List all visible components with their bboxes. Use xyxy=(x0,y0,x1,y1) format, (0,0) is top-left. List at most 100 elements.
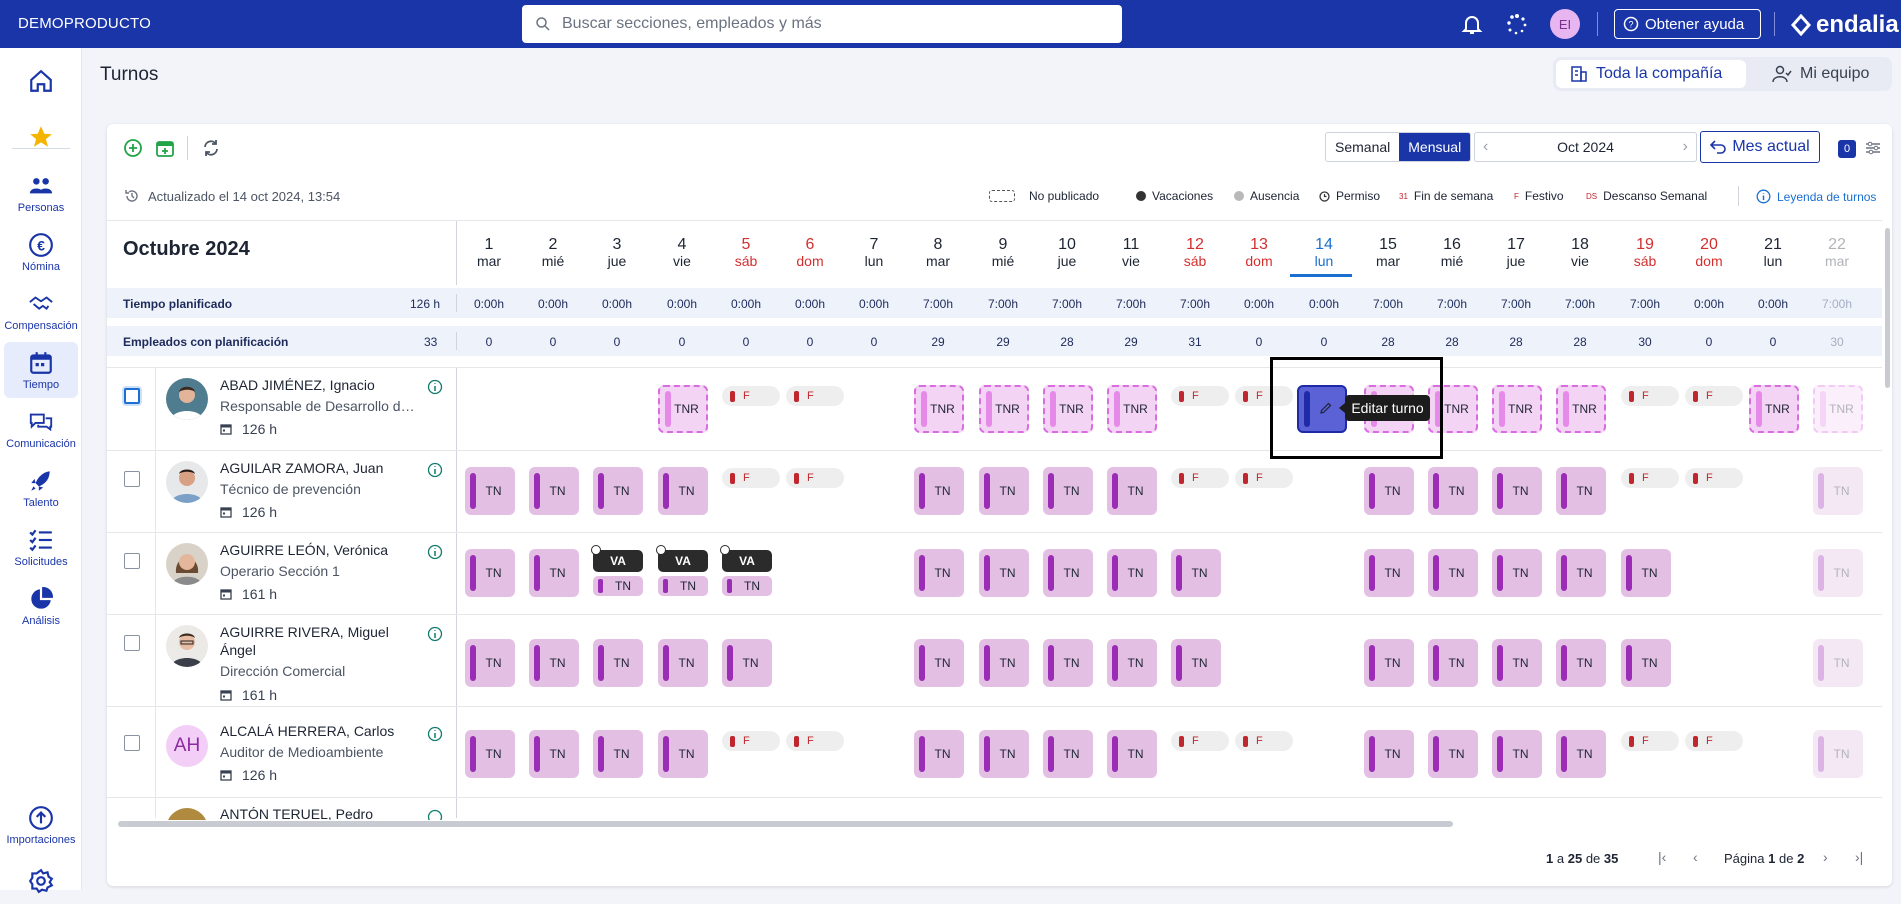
shift-block[interactable]: TN xyxy=(658,576,708,596)
view-monthly-button[interactable]: Mensual xyxy=(1399,133,1471,161)
holiday-marker[interactable]: F xyxy=(1235,731,1293,751)
add-shift-icon[interactable] xyxy=(122,137,144,159)
info-icon[interactable] xyxy=(427,726,443,742)
shift-block[interactable]: TN xyxy=(1621,549,1671,597)
holiday-marker[interactable]: F xyxy=(786,468,844,488)
employee-name[interactable]: ANTÓN TERUEL, Pedro xyxy=(220,807,420,820)
info-icon[interactable] xyxy=(427,544,443,560)
shift-legend-link[interactable]: Leyenda de turnos xyxy=(1756,189,1876,204)
holiday-marker[interactable]: F xyxy=(722,386,780,406)
shift-block[interactable]: TN xyxy=(1492,467,1542,515)
shift-block[interactable]: TN xyxy=(1813,549,1863,597)
shift-block[interactable]: TN xyxy=(529,730,579,778)
info-icon[interactable] xyxy=(427,809,443,820)
holiday-marker[interactable]: F xyxy=(786,386,844,406)
shift-block[interactable]: TN xyxy=(1428,549,1478,597)
holiday-marker[interactable]: F xyxy=(1621,731,1679,751)
shift-block[interactable]: TN xyxy=(979,639,1029,687)
unpublished-shift[interactable]: TNR xyxy=(1813,385,1863,433)
help-button[interactable]: ? Obtener ayuda xyxy=(1614,9,1761,39)
bell-icon[interactable] xyxy=(1460,12,1484,36)
company-name[interactable]: DEMOPRODUCTO xyxy=(18,15,151,32)
shift-block[interactable]: TN xyxy=(1492,730,1542,778)
shift-block[interactable]: TN xyxy=(1171,549,1221,597)
shift-block[interactable]: TN xyxy=(658,639,708,687)
shift-block[interactable]: TN xyxy=(1043,549,1093,597)
sidebar-item-favorites[interactable] xyxy=(4,110,78,166)
shift-block[interactable]: TN xyxy=(1621,639,1671,687)
unpublished-shift[interactable]: TNR xyxy=(1107,385,1157,433)
sidebar-item-talento[interactable]: Talento xyxy=(4,460,78,516)
current-month[interactable]: Oct 2024 xyxy=(1557,139,1614,155)
shift-block[interactable]: TN xyxy=(465,549,515,597)
holiday-marker[interactable]: F xyxy=(1685,386,1743,406)
sidebar-item-personas[interactable]: Personas xyxy=(4,165,78,221)
view-weekly-button[interactable]: Semanal xyxy=(1326,133,1399,161)
loading-icon[interactable] xyxy=(1505,12,1529,36)
holiday-marker[interactable]: F xyxy=(1171,731,1229,751)
row-checkbox[interactable] xyxy=(124,553,140,569)
shift-block[interactable]: TN xyxy=(529,549,579,597)
shift-block[interactable]: TN xyxy=(1556,730,1606,778)
shift-block[interactable]: TN xyxy=(979,549,1029,597)
shift-block[interactable]: TN xyxy=(1428,730,1478,778)
shift-block[interactable]: TN xyxy=(1364,549,1414,597)
unpublished-shift[interactable]: TNR xyxy=(1043,385,1093,433)
shift-block[interactable]: TN xyxy=(465,730,515,778)
unpublished-shift[interactable]: TNR xyxy=(658,385,708,433)
shift-block[interactable]: TN xyxy=(914,467,964,515)
sidebar-item-importaciones[interactable]: Importaciones xyxy=(4,797,78,853)
next-page-icon[interactable]: › xyxy=(1823,849,1828,865)
holiday-marker[interactable]: F xyxy=(786,731,844,751)
shift-block[interactable]: TN xyxy=(914,639,964,687)
unpublished-shift[interactable]: TNR xyxy=(1749,385,1799,433)
chevron-right-icon[interactable]: › xyxy=(1683,138,1688,156)
shift-block[interactable]: TN xyxy=(1107,549,1157,597)
refresh-icon[interactable] xyxy=(200,137,222,159)
holiday-marker[interactable]: F xyxy=(722,468,780,488)
vertical-scrollbar[interactable] xyxy=(1885,228,1890,388)
shift-block[interactable]: TN xyxy=(979,467,1029,515)
shift-block[interactable]: TN xyxy=(593,467,643,515)
info-icon[interactable] xyxy=(427,626,443,642)
shift-block[interactable]: TN xyxy=(1107,639,1157,687)
sidebar-item-compensacion[interactable]: Compensación xyxy=(4,283,78,339)
employee-name[interactable]: ABAD JIMÉNEZ, Ignacio xyxy=(220,376,420,394)
shift-block[interactable]: TN xyxy=(914,730,964,778)
unpublished-shift[interactable]: TNR xyxy=(1492,385,1542,433)
shift-block[interactable]: TN xyxy=(914,549,964,597)
vacation-marker[interactable]: VA xyxy=(658,550,708,572)
shift-block[interactable]: TN xyxy=(1364,467,1414,515)
shift-block[interactable]: TN xyxy=(1556,467,1606,515)
info-icon[interactable] xyxy=(427,462,443,478)
holiday-marker[interactable]: F xyxy=(1685,731,1743,751)
row-checkbox[interactable] xyxy=(124,471,140,487)
shift-block[interactable]: TN xyxy=(722,576,772,596)
holiday-marker[interactable]: F xyxy=(1621,386,1679,406)
info-icon[interactable] xyxy=(427,379,443,395)
prev-page-icon[interactable]: ‹ xyxy=(1693,849,1698,865)
vacation-marker[interactable]: VA xyxy=(593,550,643,572)
add-calendar-icon[interactable] xyxy=(154,137,176,159)
shift-block[interactable]: TN xyxy=(1556,549,1606,597)
first-page-icon[interactable]: |‹ xyxy=(1658,849,1666,865)
employee-name[interactable]: ALCALÁ HERRERA, Carlos xyxy=(220,722,420,740)
shift-block[interactable]: TN xyxy=(1107,730,1157,778)
row-checkbox[interactable] xyxy=(124,735,140,751)
sidebar-item-nomina[interactable]: € Nómina xyxy=(4,224,78,280)
shift-block[interactable]: TN xyxy=(722,639,772,687)
employee-name[interactable]: AGUIRRE LEÓN, Verónica xyxy=(220,541,420,559)
shift-block[interactable]: TN xyxy=(465,467,515,515)
shift-block[interactable]: TN xyxy=(1428,467,1478,515)
shift-block[interactable]: TN xyxy=(1043,467,1093,515)
unpublished-shift[interactable]: TNR xyxy=(1556,385,1606,433)
filter-settings-icon[interactable] xyxy=(1865,140,1881,156)
vacation-marker[interactable]: VA xyxy=(722,550,772,572)
holiday-marker[interactable]: F xyxy=(1171,468,1229,488)
shift-block[interactable]: TN xyxy=(1813,730,1863,778)
sidebar-item-solicitudes[interactable]: Solicitudes xyxy=(4,519,78,575)
row-checkbox[interactable] xyxy=(124,388,140,404)
scope-company-option[interactable]: Toda la compañía xyxy=(1556,60,1746,88)
shift-block[interactable]: TN xyxy=(1813,467,1863,515)
sidebar-item-comunicacion[interactable]: Comunicación xyxy=(4,401,78,457)
